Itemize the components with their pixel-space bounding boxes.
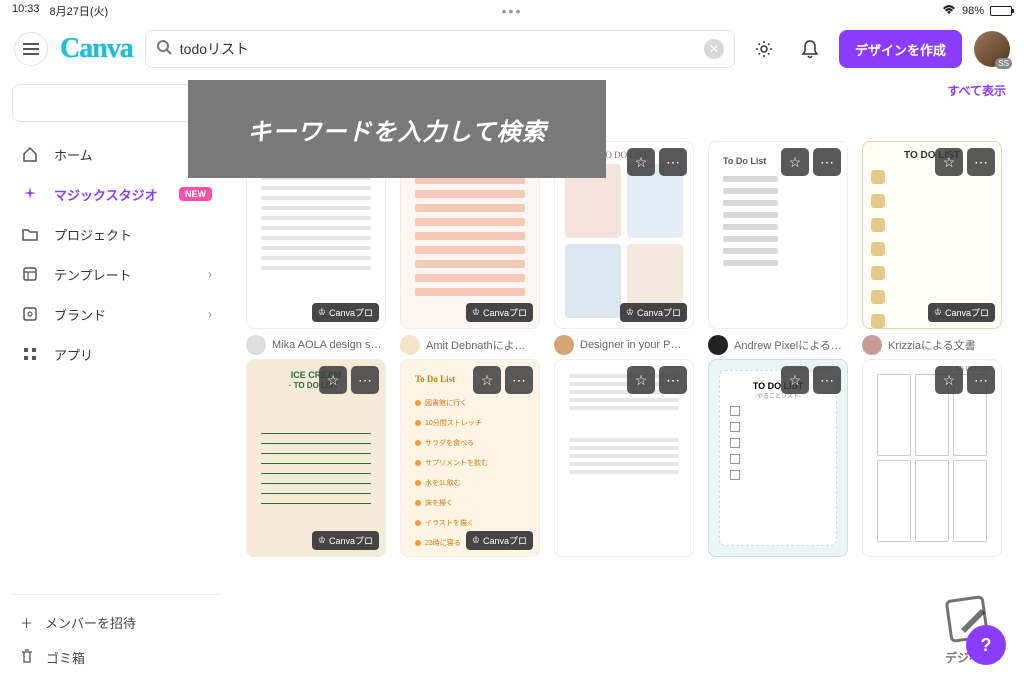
- search-icon: [156, 39, 172, 60]
- author-name: Andrew Pixelによる…: [734, 337, 842, 353]
- pro-badge: ♔ Canvaプロ: [620, 303, 687, 322]
- canva-logo[interactable]: Canva: [60, 33, 133, 65]
- pro-badge: ♔ Canvaプロ: [466, 531, 533, 550]
- trash-button[interactable]: ゴミ箱: [12, 640, 220, 675]
- status-center-dots: •••: [502, 3, 523, 19]
- invite-members-button[interactable]: ＋ メンバーを招待: [12, 605, 220, 640]
- help-button[interactable]: ?: [966, 625, 1006, 665]
- annotation-callout: キーワードを入力して検索: [188, 80, 606, 178]
- wifi-icon: [942, 5, 956, 18]
- clear-search-button[interactable]: ✕: [704, 39, 724, 59]
- trash-icon: [20, 648, 34, 667]
- author-name: Amit Debnathによ…: [426, 337, 526, 353]
- more-button[interactable]: ⋯: [659, 366, 687, 394]
- template-icon: [20, 266, 40, 282]
- header: Canva ✕ デザインを作成 SS: [0, 22, 1024, 76]
- sidebar-item-projects[interactable]: プロジェクト: [12, 214, 220, 254]
- status-time: 10:33: [12, 3, 40, 19]
- more-button[interactable]: ⋯: [659, 148, 687, 176]
- nav-label: ブランド: [54, 305, 194, 324]
- search-bar[interactable]: ✕: [145, 30, 735, 68]
- pro-badge: ♔ Canvaプロ: [312, 531, 379, 550]
- settings-button[interactable]: [747, 32, 781, 66]
- status-bar: 10:33 8月27日(火) ••• 98%: [0, 0, 1024, 22]
- favorite-button[interactable]: ☆: [935, 366, 963, 394]
- nav-label: プロジェクト: [54, 225, 212, 244]
- template-card[interactable]: TO DO LIST -やることリスト- ☆⋯: [708, 359, 848, 557]
- invite-label: メンバーを招待: [45, 613, 136, 632]
- plus-icon: ＋: [20, 613, 33, 632]
- author-name: Mika AOLA design s…: [272, 339, 381, 351]
- template-card[interactable]: TO DO LIST ☆⋯ ♔ Canvaプロ Krizziaによる文書: [862, 141, 1002, 355]
- digipen-watermark: デジペン: [924, 583, 1014, 673]
- sidebar-item-templates[interactable]: テンプレート ›: [12, 254, 220, 294]
- sidebar-item-apps[interactable]: アプリ: [12, 334, 220, 374]
- nav-label: テンプレート: [54, 265, 194, 284]
- more-button[interactable]: ⋯: [351, 366, 379, 394]
- more-button[interactable]: ⋯: [813, 148, 841, 176]
- favorite-button[interactable]: ☆: [781, 148, 809, 176]
- menu-button[interactable]: [14, 32, 48, 66]
- favorite-button[interactable]: ☆: [935, 148, 963, 176]
- template-card[interactable]: To Do List図書館に行く10分間ストレッチサラダを食べるサプリメントを飲…: [400, 359, 540, 557]
- pro-badge: ♔ Canvaプロ: [928, 303, 995, 322]
- apps-icon: [20, 346, 40, 362]
- trash-label: ゴミ箱: [46, 648, 85, 667]
- more-button[interactable]: ⋯: [505, 366, 533, 394]
- nav-label: アプリ: [54, 345, 212, 364]
- more-button[interactable]: ⋯: [967, 148, 995, 176]
- nav-label: マジックスタジオ: [54, 185, 165, 204]
- author-name: Krizziaによる文書: [888, 337, 976, 353]
- folder-icon: [20, 227, 40, 241]
- home-icon: [20, 146, 40, 162]
- template-card[interactable]: To Do List ☆⋯ Andrew Pixelによる…: [708, 141, 848, 355]
- sidebar-item-brand[interactable]: ブランド ›: [12, 294, 220, 334]
- view-all-link[interactable]: すべて表示: [947, 82, 1006, 99]
- battery-percent: 98%: [962, 5, 984, 17]
- favorite-button[interactable]: ☆: [627, 366, 655, 394]
- sparkle-icon: [20, 186, 40, 202]
- chevron-right-icon: ›: [208, 267, 212, 281]
- template-card[interactable]: ☆⋯: [554, 359, 694, 557]
- more-button[interactable]: ⋯: [813, 366, 841, 394]
- chevron-right-icon: ›: [208, 307, 212, 321]
- template-card[interactable]: ICE CREAM· TO DO LIST · ☆⋯ ♔ Canvaプロ: [246, 359, 386, 557]
- new-badge: NEW: [179, 187, 212, 201]
- author-name: Designer in your P…: [580, 339, 682, 351]
- battery-icon: [990, 6, 1012, 16]
- brand-icon: [20, 306, 40, 322]
- template-card[interactable]: TO DO LIST ☆⋯: [862, 359, 1002, 557]
- pro-badge: ♔ Canvaプロ: [312, 303, 379, 322]
- favorite-button[interactable]: ☆: [627, 148, 655, 176]
- favorite-button[interactable]: ☆: [473, 366, 501, 394]
- sidebar-item-magic-studio[interactable]: マジックスタジオ NEW: [12, 174, 220, 214]
- search-input[interactable]: [180, 41, 696, 57]
- favorite-button[interactable]: ☆: [781, 366, 809, 394]
- create-design-button[interactable]: デザインを作成: [839, 30, 962, 68]
- status-date: 8月27日(火): [50, 3, 109, 19]
- favorite-button[interactable]: ☆: [319, 366, 347, 394]
- pro-badge: ♔ Canvaプロ: [466, 303, 533, 322]
- avatar-badge: SS: [995, 58, 1012, 69]
- more-button[interactable]: ⋯: [967, 366, 995, 394]
- user-avatar[interactable]: SS: [974, 31, 1010, 67]
- notifications-button[interactable]: [793, 32, 827, 66]
